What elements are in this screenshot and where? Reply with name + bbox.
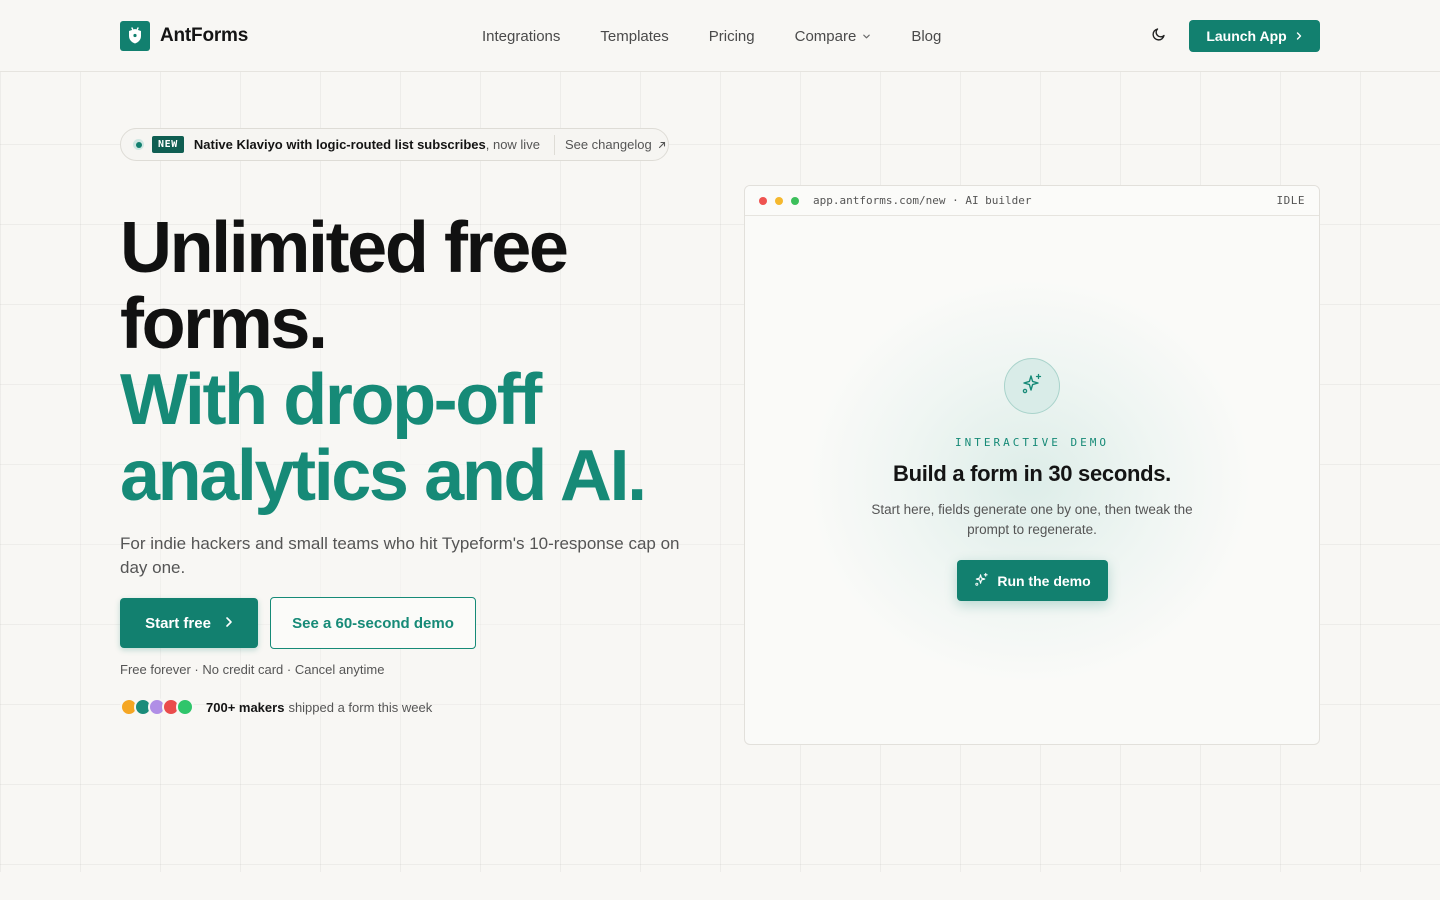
avatar-stack [120, 698, 194, 716]
announcement-suffix: , now live [485, 137, 540, 152]
avatar [176, 698, 194, 716]
sparkles-icon [974, 572, 989, 590]
run-demo-button[interactable]: Run the demo [957, 560, 1108, 601]
hero-title: Unlimited free forms. With drop-off anal… [120, 210, 720, 514]
launch-app-button[interactable]: Launch App [1189, 20, 1320, 52]
minimize-dot-icon [775, 196, 783, 205]
moon-icon [1151, 26, 1167, 47]
site-header: AntForms Integrations Templates Pricing … [0, 0, 1440, 72]
brand-logo[interactable]: AntForms [120, 21, 248, 51]
hero-subtitle: For indie hackers and small teams who hi… [120, 534, 680, 577]
social-proof: 700+ makers shipped a form this week [120, 698, 432, 716]
announcement-bar[interactable]: NEW Native Klaviyo with logic-routed lis… [120, 128, 669, 161]
start-free-button[interactable]: Start free [120, 598, 258, 648]
announcement-headline: Native Klaviyo with logic-routed list su… [193, 137, 486, 152]
hero-title-line-3: With drop-off [120, 360, 542, 440]
nav-pricing[interactable]: Pricing [709, 28, 755, 45]
chevron-right-icon [225, 615, 233, 632]
demo-title: Build a form in 30 seconds. [893, 461, 1171, 486]
new-badge: NEW [152, 136, 184, 153]
hero-title-line-1: Unlimited free [120, 208, 569, 288]
hero-title-line-4: analytics and AI. [120, 436, 647, 516]
run-demo-label: Run the demo [997, 572, 1091, 589]
brand-name: AntForms [160, 25, 249, 46]
watch-demo-button[interactable]: See a 60-second demo [270, 597, 476, 649]
browser-url: app.antforms.com/new · AI builder [813, 194, 1032, 207]
social-proof-text: shipped a form this week [288, 699, 433, 715]
live-dot-icon [133, 139, 144, 150]
ant-shield-icon [120, 21, 150, 51]
nav-blog[interactable]: Blog [911, 28, 941, 45]
arrow-up-right-icon [658, 137, 666, 152]
announcement-divider [553, 134, 555, 155]
nav-compare[interactable]: Compare [795, 28, 872, 45]
demo-eyebrow: INTERACTIVE DEMO [955, 436, 1109, 449]
browser-toolbar: app.antforms.com/new · AI builder IDLE [745, 186, 1319, 216]
changelog-label: See changelog [564, 137, 652, 152]
nav-templates[interactable]: Templates [600, 28, 668, 45]
demo-browser-window: app.antforms.com/new · AI builder IDLE I… [744, 185, 1320, 745]
launch-app-label: Launch App [1206, 28, 1287, 44]
demo-description: Start here, fields generate one by one, … [871, 502, 1193, 537]
close-dot-icon [759, 196, 767, 205]
hero-fine-print: Free forever · No credit card · Cancel a… [120, 662, 385, 677]
hero-title-line-2: forms. [120, 284, 328, 364]
chevron-right-icon [1295, 28, 1303, 44]
theme-toggle[interactable] [1148, 25, 1170, 47]
maximize-dot-icon [791, 196, 799, 205]
nav-integrations[interactable]: Integrations [482, 28, 560, 45]
start-free-label: Start free [145, 614, 211, 632]
changelog-link[interactable]: See changelog [565, 137, 666, 152]
demo-status: IDLE [1276, 194, 1305, 207]
nav-compare-label: Compare [794, 27, 857, 45]
main-nav: Integrations Templates Pricing Compare B… [482, 0, 941, 72]
chevron-down-icon [862, 28, 871, 45]
sparkles-icon [1019, 371, 1045, 402]
demo-badge [1004, 358, 1060, 414]
social-proof-count: 700+ makers [206, 699, 285, 715]
